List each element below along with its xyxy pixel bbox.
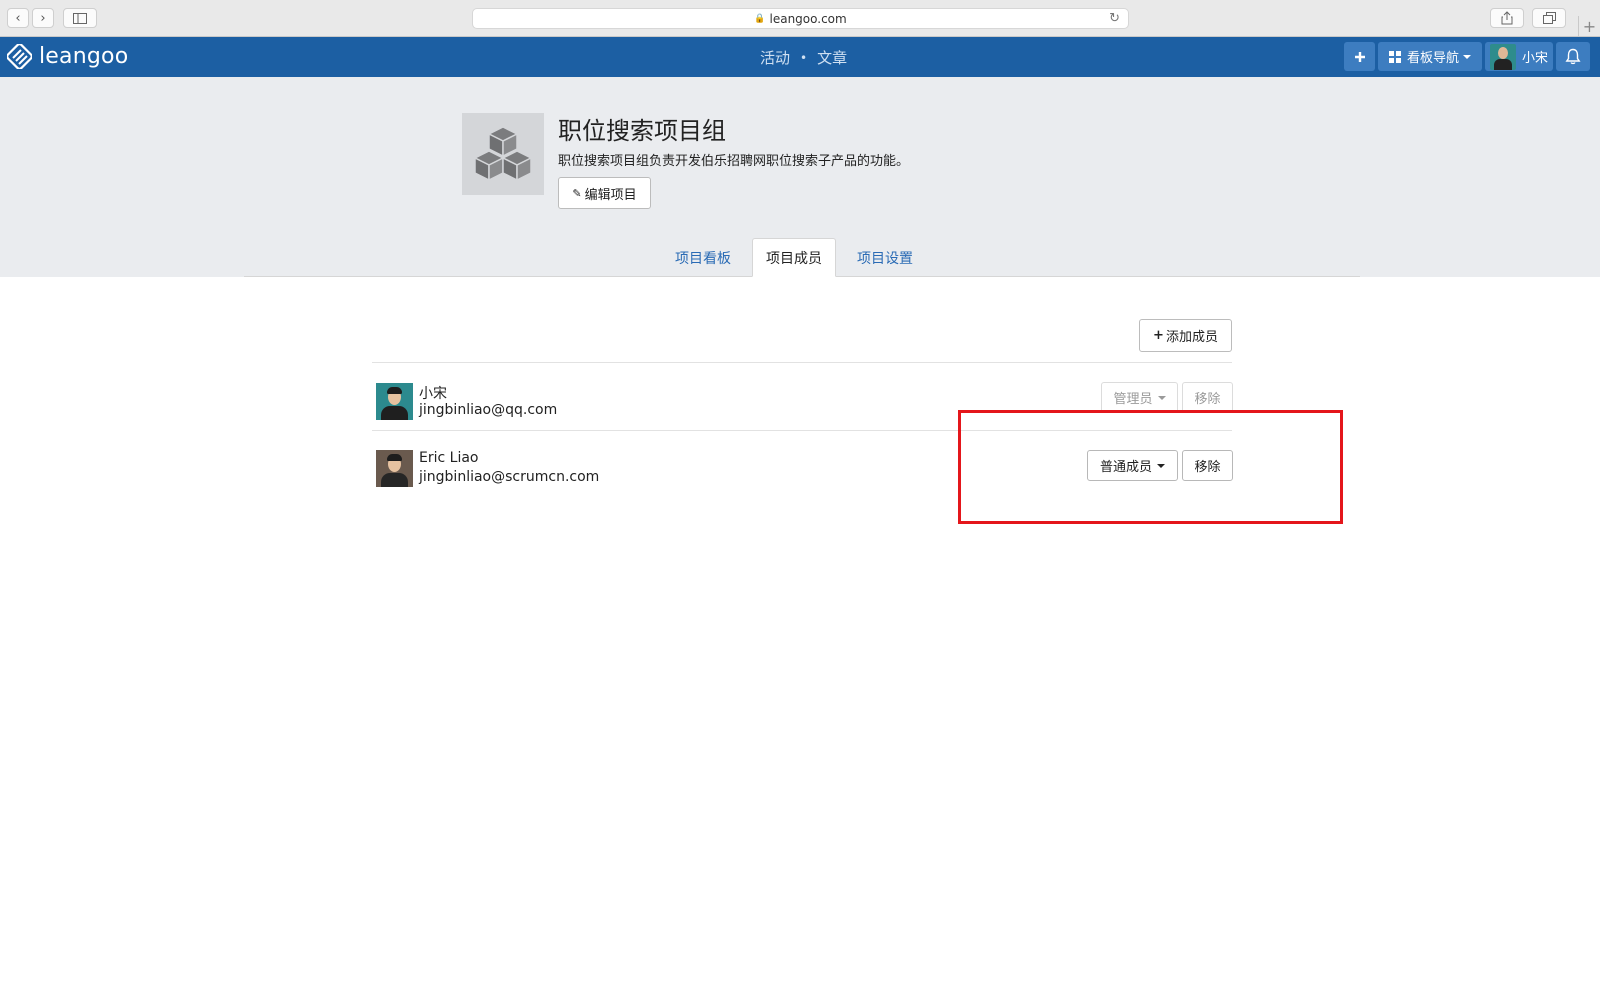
remove-member-button[interactable]: 移除: [1182, 382, 1233, 413]
role-label: 管理员: [1113, 392, 1153, 407]
tab-project-members[interactable]: 项目成员: [752, 238, 836, 277]
member-name: 小宋: [419, 386, 447, 402]
highlight-annotation: [958, 410, 1343, 524]
chevron-down-icon: [1463, 54, 1471, 59]
address-bar[interactable]: 🔒 leangoo.com ↻: [472, 8, 1129, 29]
avatar: [376, 450, 413, 487]
page-title: 职位搜索项目组: [558, 117, 726, 145]
member-email: jingbinliao@scrumcn.com: [419, 469, 600, 485]
cubes-icon: [474, 126, 532, 181]
edit-project-label: 编辑项目: [584, 187, 637, 203]
plus-icon: +: [1153, 328, 1164, 343]
bell-icon: [1565, 48, 1581, 65]
add-member-label: 添加成员: [1165, 330, 1218, 345]
app-navbar: leangoo 活动 • 文章 看板导航 小宋: [0, 37, 1600, 77]
tab-project-settings[interactable]: 项目设置: [847, 238, 923, 277]
logo[interactable]: leangoo: [7, 44, 128, 69]
leangoo-logo-icon: [7, 44, 32, 69]
browser-toolbar: ‹ › 🔒 leangoo.com ↻ +: [0, 0, 1600, 37]
lock-icon: 🔒: [754, 13, 766, 24]
sidebar-toggle-icon[interactable]: [63, 8, 97, 28]
tab-project-board[interactable]: 项目看板: [665, 238, 741, 277]
user-name: 小宋: [1521, 51, 1548, 66]
divider: [372, 362, 1232, 363]
tab-label: 项目设置: [857, 250, 913, 267]
nav-links: 活动 • 文章: [760, 47, 847, 68]
user-menu-button[interactable]: 小宋: [1485, 42, 1553, 71]
logo-text: leangoo: [39, 44, 129, 69]
new-tab-icon[interactable]: +: [1578, 16, 1600, 37]
reload-icon[interactable]: ↻: [1109, 11, 1120, 26]
project-thumbnail: [462, 113, 544, 195]
add-member-button[interactable]: + 添加成员: [1139, 319, 1232, 352]
board-nav-label: 看板导航: [1406, 51, 1459, 66]
nav-link-activity[interactable]: 活动: [760, 47, 790, 68]
nav-actions: 看板导航 小宋: [1344, 42, 1590, 72]
chevron-down-icon: [1157, 395, 1166, 400]
notifications-button[interactable]: [1556, 42, 1590, 71]
pencil-icon: ✎: [572, 186, 582, 200]
avatar: [1489, 43, 1516, 70]
remove-label: 移除: [1194, 392, 1221, 407]
avatar: [376, 383, 413, 420]
member-name: Eric Liao: [419, 450, 479, 466]
tab-label: 项目看板: [675, 250, 731, 267]
back-icon[interactable]: ‹: [7, 8, 29, 28]
share-icon[interactable]: [1490, 8, 1524, 28]
plus-icon: [1354, 51, 1365, 62]
nav-link-articles[interactable]: 文章: [817, 47, 847, 68]
grid-icon: [1388, 50, 1401, 63]
url-text: leangoo.com: [769, 11, 847, 26]
edit-project-button[interactable]: ✎ 编辑项目: [558, 177, 651, 209]
nav-separator: •: [800, 50, 808, 65]
tabs-overview-icon[interactable]: [1532, 8, 1566, 28]
forward-icon[interactable]: ›: [32, 8, 54, 28]
member-email: jingbinliao@qq.com: [419, 402, 558, 418]
add-button[interactable]: [1344, 42, 1375, 71]
board-nav-button[interactable]: 看板导航: [1378, 42, 1482, 71]
tab-label: 项目成员: [766, 250, 822, 267]
role-dropdown[interactable]: 管理员: [1101, 382, 1178, 413]
project-description: 职位搜索项目组负责开发伯乐招聘网职位搜索子产品的功能。: [558, 154, 910, 169]
